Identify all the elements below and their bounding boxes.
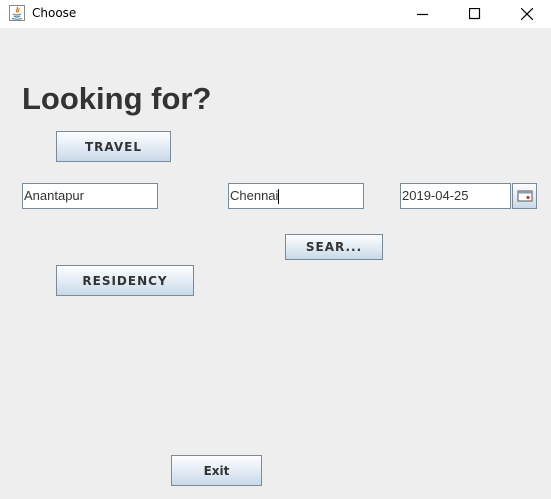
date-value: 2019-04-25 [402, 188, 469, 203]
date-field[interactable]: 2019-04-25 [400, 183, 511, 209]
calendar-icon [517, 190, 532, 202]
window-title: Choose [32, 6, 77, 20]
from-city-field[interactable]: Anantapur [22, 183, 158, 209]
choose-window: Choose Looking for? TRAVEL Anantapur Che… [0, 0, 551, 499]
title-bar: Choose [0, 0, 551, 28]
to-city-value: Chennai [230, 188, 279, 203]
text-caret [278, 189, 280, 205]
calendar-button[interactable] [512, 183, 537, 209]
close-button[interactable] [504, 0, 550, 28]
to-city-field[interactable]: Chennai [228, 183, 364, 209]
search-button[interactable]: SEAR... [285, 234, 383, 260]
from-city-value: Anantapur [24, 188, 84, 203]
maximize-icon [469, 8, 481, 20]
java-icon [9, 5, 25, 21]
close-icon [521, 8, 533, 20]
minimize-button[interactable] [400, 0, 446, 28]
exit-button[interactable]: Exit [171, 455, 262, 486]
minimize-icon [417, 13, 428, 16]
maximize-button[interactable] [452, 0, 498, 28]
travel-button[interactable]: TRAVEL [56, 131, 171, 162]
residency-button[interactable]: RESIDENCY [56, 265, 194, 296]
page-heading: Looking for? [22, 81, 212, 116]
